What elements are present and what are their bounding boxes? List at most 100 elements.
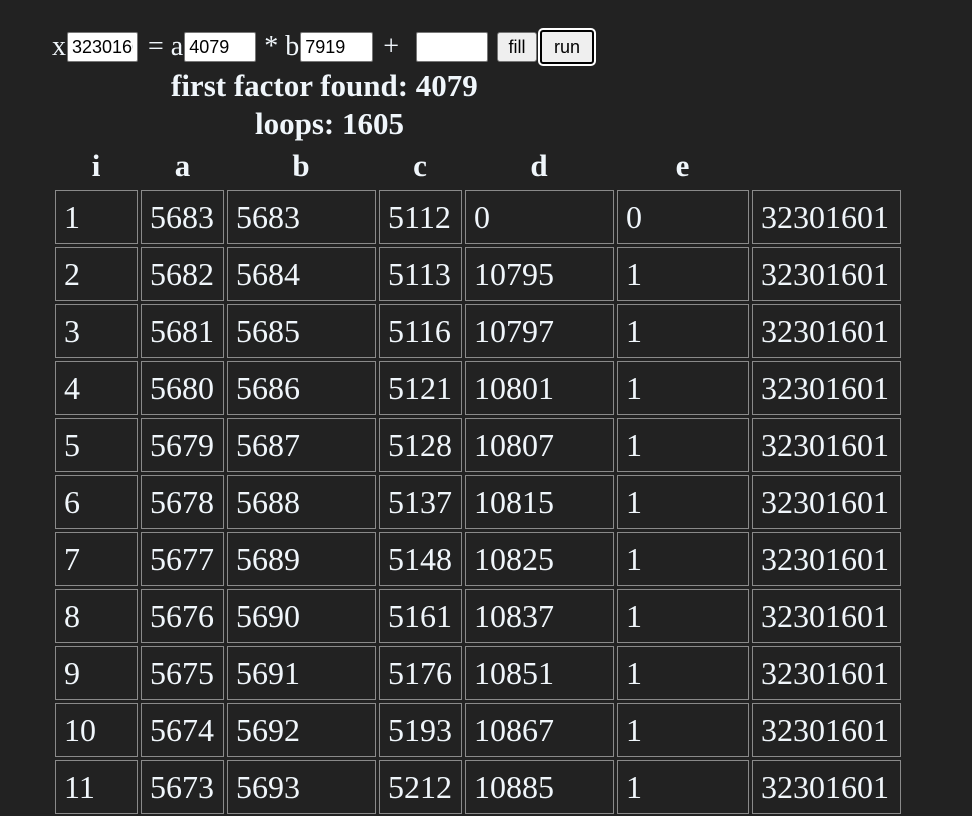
cell-i: 2 bbox=[55, 247, 138, 301]
column-header-c: c bbox=[413, 148, 427, 183]
cell-b: 5693 bbox=[227, 760, 376, 814]
cell-b: 5684 bbox=[227, 247, 376, 301]
cell-i: 5 bbox=[55, 418, 138, 472]
cell-c: 5161 bbox=[379, 589, 462, 643]
cell-b: 5687 bbox=[227, 418, 376, 472]
cell-x: 32301601 bbox=[752, 304, 901, 358]
cell-e: 1 bbox=[617, 475, 749, 529]
x-label: x bbox=[52, 31, 66, 62]
cell-e: 1 bbox=[617, 532, 749, 586]
cell-c: 5148 bbox=[379, 532, 462, 586]
factor-status: first factor found: 4079 bbox=[171, 68, 478, 103]
cell-i: 7 bbox=[55, 532, 138, 586]
b-label: * b bbox=[264, 31, 300, 62]
cell-d: 10885 bbox=[465, 760, 614, 814]
cell-c: 5121 bbox=[379, 361, 462, 415]
table-row: 5 5679 5687 5128 10807 1 32301601 bbox=[54, 418, 902, 472]
column-header-e: e bbox=[675, 148, 690, 183]
a-input[interactable] bbox=[184, 32, 257, 62]
cell-e: 1 bbox=[617, 760, 749, 814]
cell-a: 5680 bbox=[141, 361, 224, 415]
cell-a: 5682 bbox=[141, 247, 224, 301]
cell-i: 1 bbox=[55, 190, 138, 244]
cell-x: 32301601 bbox=[752, 190, 901, 244]
cell-a: 5673 bbox=[141, 760, 224, 814]
cell-x: 32301601 bbox=[752, 418, 901, 472]
cell-x: 32301601 bbox=[752, 532, 901, 586]
fill-button[interactable]: fill bbox=[497, 32, 538, 62]
cell-b: 5683 bbox=[227, 190, 376, 244]
cell-d: 10815 bbox=[465, 475, 614, 529]
cell-b: 5690 bbox=[227, 589, 376, 643]
cell-c: 5176 bbox=[379, 646, 462, 700]
table-row: 10 5674 5692 5193 10867 1 32301601 bbox=[54, 703, 902, 757]
table-row: 3 5681 5685 5116 10797 1 32301601 bbox=[54, 304, 902, 358]
cell-x: 32301601 bbox=[752, 247, 901, 301]
cell-d: 10807 bbox=[465, 418, 614, 472]
cell-e: 0 bbox=[617, 190, 749, 244]
cell-d: 10867 bbox=[465, 703, 614, 757]
cell-e: 1 bbox=[617, 247, 749, 301]
x-input[interactable] bbox=[67, 32, 138, 62]
cell-d: 10795 bbox=[465, 247, 614, 301]
cell-c: 5137 bbox=[379, 475, 462, 529]
cell-b: 5689 bbox=[227, 532, 376, 586]
cell-b: 5686 bbox=[227, 361, 376, 415]
a-label: = a bbox=[148, 31, 184, 62]
cell-b: 5685 bbox=[227, 304, 376, 358]
formula-bar: x = a * b + fill run bbox=[52, 28, 597, 66]
table-row: 7 5677 5689 5148 10825 1 32301601 bbox=[54, 532, 902, 586]
cell-a: 5676 bbox=[141, 589, 224, 643]
cell-e: 1 bbox=[617, 646, 749, 700]
cell-a: 5678 bbox=[141, 475, 224, 529]
cell-i: 6 bbox=[55, 475, 138, 529]
cell-i: 8 bbox=[55, 589, 138, 643]
table-row: 11 5673 5693 5212 10885 1 32301601 bbox=[54, 760, 902, 814]
cell-x: 32301601 bbox=[752, 703, 901, 757]
cell-e: 1 bbox=[617, 304, 749, 358]
cell-i: 4 bbox=[55, 361, 138, 415]
cell-a: 5675 bbox=[141, 646, 224, 700]
cell-d: 10837 bbox=[465, 589, 614, 643]
cell-e: 1 bbox=[617, 418, 749, 472]
cell-c: 5113 bbox=[379, 247, 462, 301]
table-row: 6 5678 5688 5137 10815 1 32301601 bbox=[54, 475, 902, 529]
column-header-d: d bbox=[530, 148, 548, 183]
cell-i: 3 bbox=[55, 304, 138, 358]
cell-e: 1 bbox=[617, 589, 749, 643]
cell-a: 5679 bbox=[141, 418, 224, 472]
cell-c: 5112 bbox=[379, 190, 462, 244]
cell-c: 5116 bbox=[379, 304, 462, 358]
cell-d: 0 bbox=[465, 190, 614, 244]
table-row: 4 5680 5686 5121 10801 1 32301601 bbox=[54, 361, 902, 415]
table-row: 9 5675 5691 5176 10851 1 32301601 bbox=[54, 646, 902, 700]
run-button[interactable]: run bbox=[538, 28, 597, 66]
cell-a: 5674 bbox=[141, 703, 224, 757]
b-input[interactable] bbox=[300, 32, 374, 62]
column-header-a: a bbox=[174, 148, 191, 183]
cell-x: 32301601 bbox=[752, 589, 901, 643]
table-row: 8 5676 5690 5161 10837 1 32301601 bbox=[54, 589, 902, 643]
cell-i: 9 bbox=[55, 646, 138, 700]
cell-a: 5681 bbox=[141, 304, 224, 358]
cell-e: 1 bbox=[617, 361, 749, 415]
cell-b: 5691 bbox=[227, 646, 376, 700]
cell-c: 5212 bbox=[379, 760, 462, 814]
cell-i: 10 bbox=[55, 703, 138, 757]
column-header-i: i bbox=[91, 148, 101, 183]
cell-d: 10797 bbox=[465, 304, 614, 358]
column-header-b: b bbox=[292, 148, 310, 183]
loops-status: loops: 1605 bbox=[255, 106, 404, 141]
cell-b: 5692 bbox=[227, 703, 376, 757]
page: x = a * b + fill run first factor found:… bbox=[0, 0, 972, 816]
cell-x: 32301601 bbox=[752, 475, 901, 529]
table-row: 2 5682 5684 5113 10795 1 32301601 bbox=[54, 247, 902, 301]
plus-label: + bbox=[383, 31, 400, 62]
cell-a: 5677 bbox=[141, 532, 224, 586]
c-input[interactable] bbox=[416, 32, 489, 62]
table-row: 1 5683 5683 5112 0 0 32301601 bbox=[54, 190, 902, 244]
cell-i: 11 bbox=[55, 760, 138, 814]
cell-d: 10825 bbox=[465, 532, 614, 586]
cell-a: 5683 bbox=[141, 190, 224, 244]
cell-x: 32301601 bbox=[752, 361, 901, 415]
